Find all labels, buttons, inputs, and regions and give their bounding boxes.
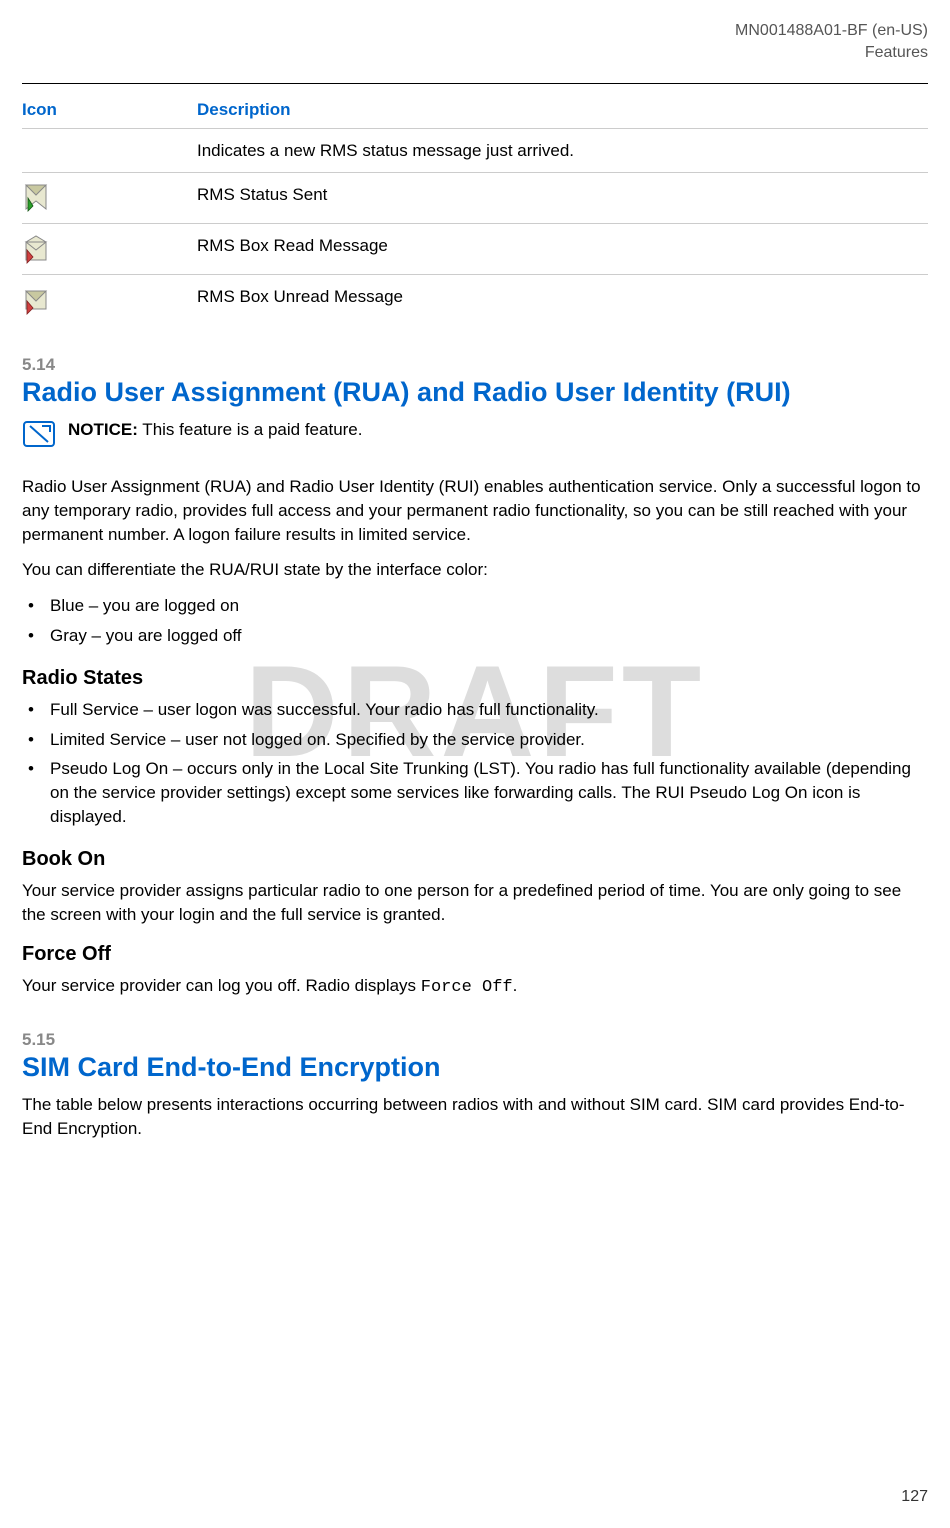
radio-states-heading: Radio States (22, 664, 928, 692)
table-row: RMS Box Unread Message (22, 275, 928, 326)
col-header-description: Description (197, 92, 928, 128)
section-title-sim-e2e: SIM Card End-to-End Encryption (22, 1052, 928, 1083)
table-row: Indicates a new RMS status message just … (22, 128, 928, 173)
radio-states-list: Full Service – user logon was successful… (22, 698, 928, 829)
notice-text: NOTICE: This feature is a paid feature. (68, 418, 363, 442)
table-row: RMS Box Read Message (22, 224, 928, 275)
force-off-heading: Force Off (22, 940, 928, 968)
list-item: Limited Service – user not logged on. Sp… (22, 728, 928, 752)
section-title-rua-rui: Radio User Assignment (RUA) and Radio Us… (22, 377, 928, 408)
desc-rms-unread: RMS Box Unread Message (197, 275, 928, 326)
para-rua-colors-intro: You can differentiate the RUA/RUI state … (22, 558, 928, 582)
doc-section: Features (22, 42, 928, 64)
force-off-code: Force Off (421, 978, 513, 997)
list-item: Blue – you are logged on (22, 594, 928, 618)
notice-body: This feature is a paid feature. (138, 420, 363, 439)
section-number-515: 5.15 (22, 1028, 928, 1052)
table-row: RMS Status Sent (22, 173, 928, 224)
notice-label: NOTICE: (68, 420, 138, 439)
desc-rms-sent: RMS Status Sent (197, 173, 928, 224)
list-item: Full Service – user logon was successful… (22, 698, 928, 722)
desc-rms-new: Indicates a new RMS status message just … (197, 128, 928, 173)
col-header-icon: Icon (22, 92, 197, 128)
icon-cell-empty (22, 128, 197, 173)
para-sim-intro: The table below presents interactions oc… (22, 1093, 928, 1141)
rms-status-sent-icon (22, 173, 197, 224)
para-book-on: Your service provider assigns particular… (22, 879, 928, 927)
doc-id: MN001488A01-BF (en-US) (22, 20, 928, 42)
book-on-heading: Book On (22, 845, 928, 873)
rms-box-unread-icon (22, 275, 197, 326)
desc-rms-read: RMS Box Read Message (197, 224, 928, 275)
force-off-prefix: Your service provider can log you off. R… (22, 976, 421, 995)
force-off-suffix: . (513, 976, 518, 995)
para-rua-intro: Radio User Assignment (RUA) and Radio Us… (22, 475, 928, 546)
para-force-off: Your service provider can log you off. R… (22, 974, 928, 1000)
icon-description-table: Icon Description Indicates a new RMS sta… (22, 92, 928, 326)
list-item: Gray – you are logged off (22, 624, 928, 648)
notice-block: NOTICE: This feature is a paid feature. (22, 418, 928, 457)
header-meta: MN001488A01-BF (en-US) Features (22, 20, 928, 65)
page-number: 127 (901, 1486, 928, 1508)
page-content: MN001488A01-BF (en-US) Features Icon Des… (22, 20, 928, 1141)
top-divider (22, 83, 928, 84)
list-item: Pseudo Log On – occurs only in the Local… (22, 757, 928, 828)
table-header-row: Icon Description (22, 92, 928, 128)
notice-icon (22, 420, 56, 457)
rms-box-read-icon (22, 224, 197, 275)
color-state-list: Blue – you are logged on Gray – you are … (22, 594, 928, 648)
section-number-514: 5.14 (22, 353, 928, 377)
